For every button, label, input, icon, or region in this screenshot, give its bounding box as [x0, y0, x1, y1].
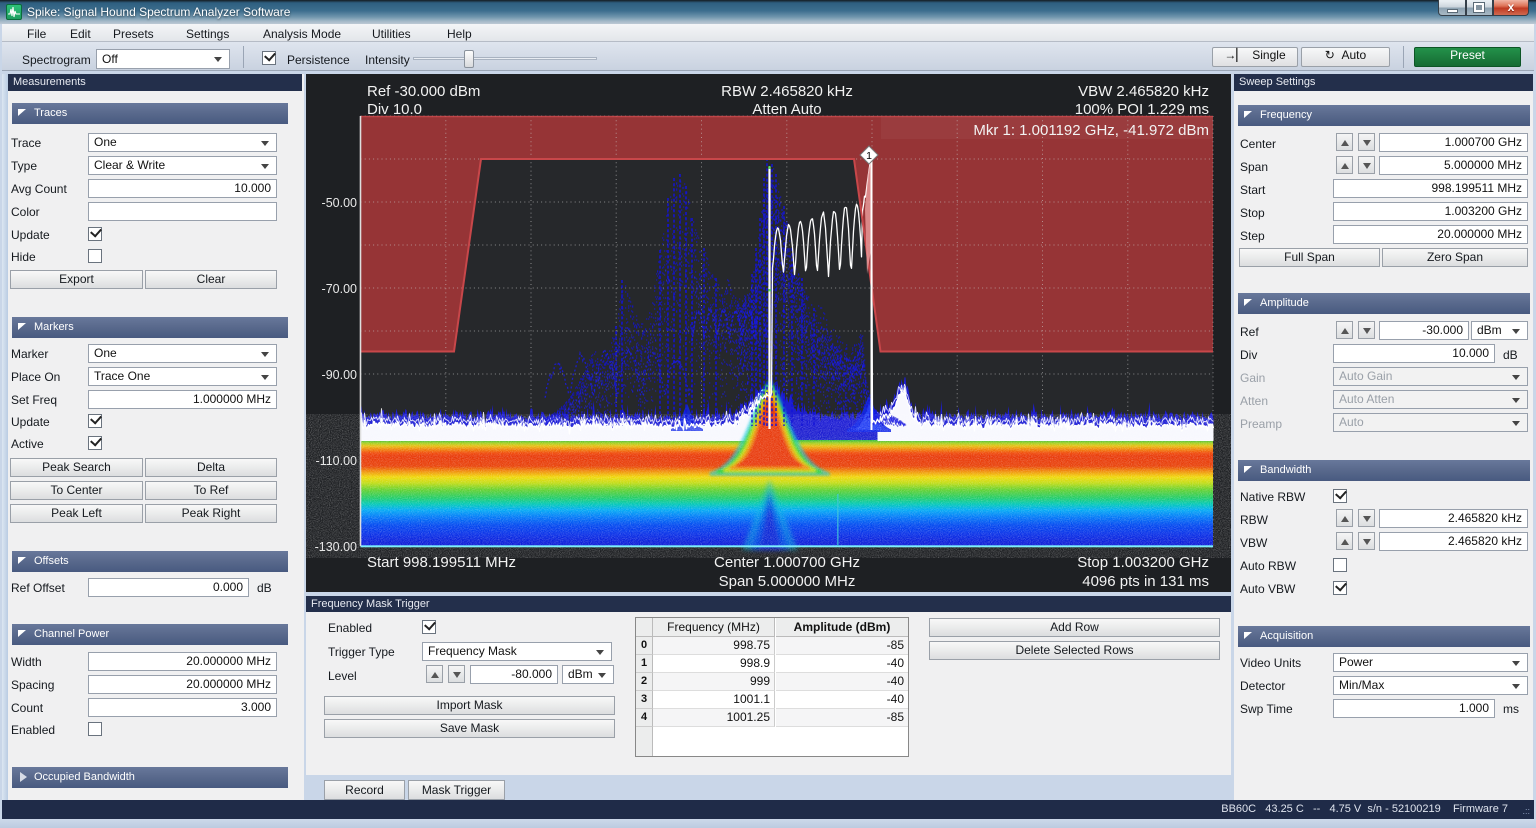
svg-text:Ref -30.000 dBm: Ref -30.000 dBm	[367, 83, 480, 100]
svg-text:Span 5.000000 MHz: Span 5.000000 MHz	[719, 573, 856, 590]
svg-text:Start 998.199511 MHz: Start 998.199511 MHz	[367, 554, 516, 571]
svg-text:-130.00: -130.00	[315, 540, 357, 554]
svg-text:VBW 2.465820 kHz: VBW 2.465820 kHz	[1078, 83, 1209, 100]
svg-text:-70.00: -70.00	[322, 282, 357, 296]
svg-text:Mkr 1: 1.001192 GHz, -41.972 d: Mkr 1: 1.001192 GHz, -41.972 dBm	[973, 122, 1209, 139]
svg-text:RBW 2.465820 kHz: RBW 2.465820 kHz	[721, 83, 853, 100]
svg-text:-50.00: -50.00	[322, 196, 357, 210]
svg-text:1: 1	[866, 150, 872, 162]
svg-text:4096 pts in 131 ms: 4096 pts in 131 ms	[1082, 573, 1209, 590]
svg-text:100% POI 1.229 ms: 100% POI 1.229 ms	[1075, 101, 1209, 118]
svg-text:Div 10.0: Div 10.0	[367, 101, 422, 118]
svg-text:Stop 1.003200 GHz: Stop 1.003200 GHz	[1077, 554, 1209, 571]
svg-text:-90.00: -90.00	[322, 368, 357, 382]
svg-text:Atten Auto: Atten Auto	[752, 101, 821, 118]
svg-text:-110.00: -110.00	[316, 454, 358, 468]
svg-text:Center 1.000700 GHz: Center 1.000700 GHz	[714, 554, 860, 571]
